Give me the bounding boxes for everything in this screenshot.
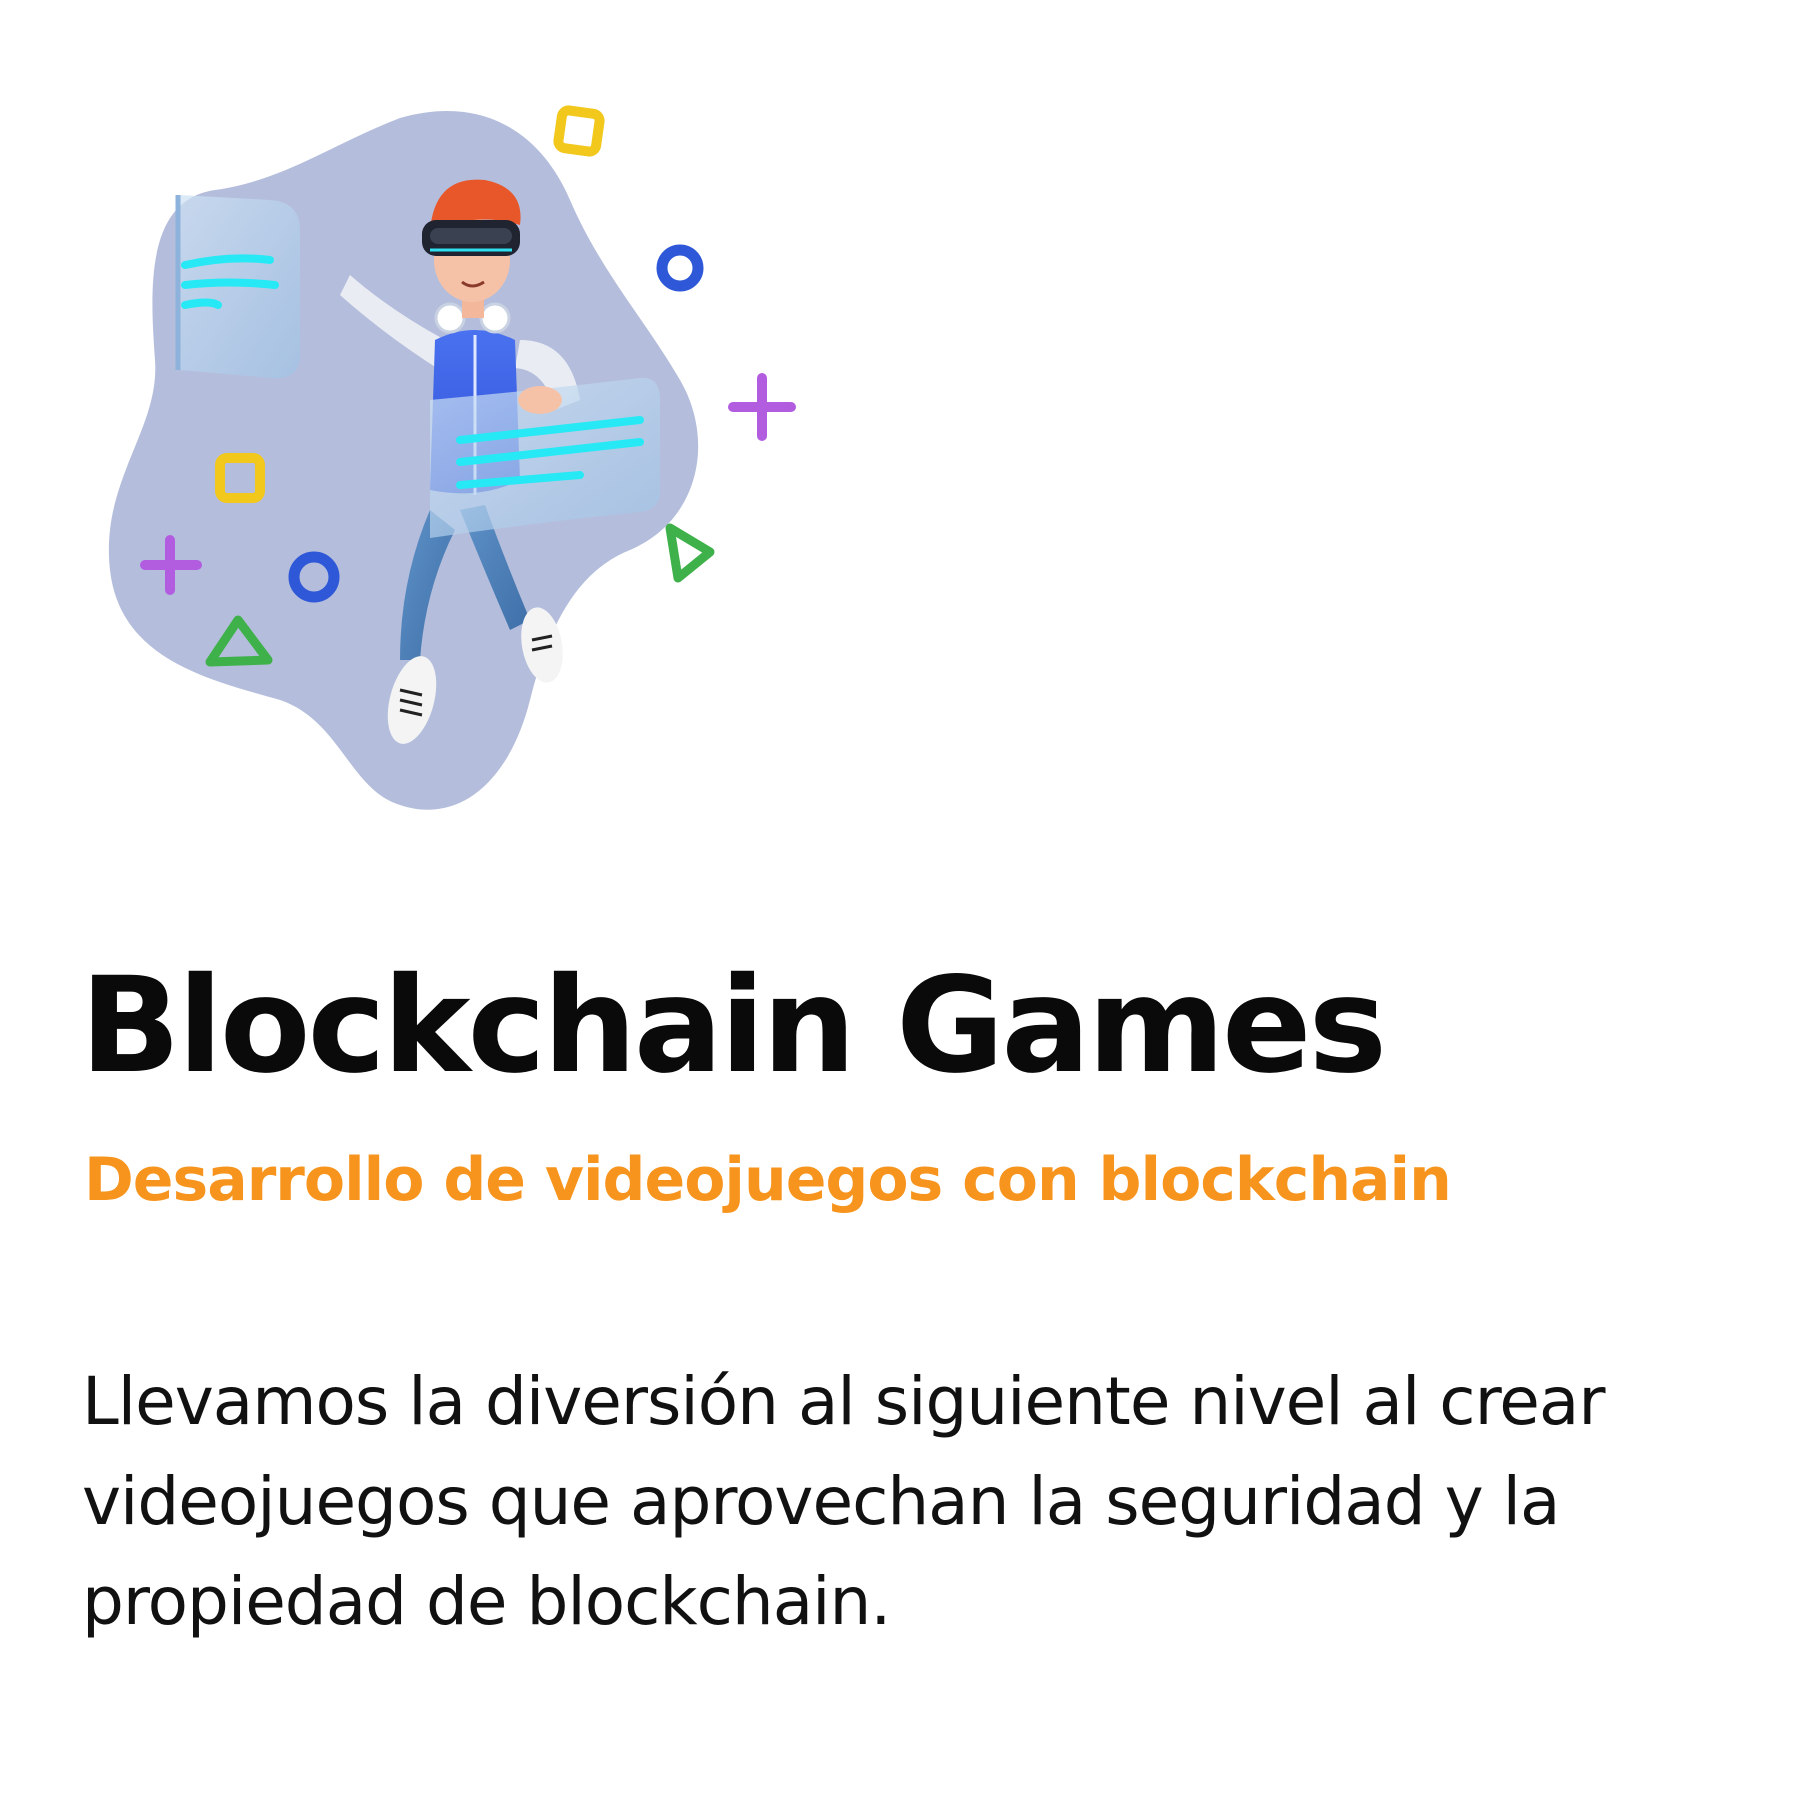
left-holographic-screen — [175, 195, 300, 379]
page-subtitle: Desarrollo de videojuegos con blockchain — [84, 1145, 1452, 1215]
triangle-green-right-icon — [665, 523, 715, 583]
description-line: Llevamos la diversión al siguiente nivel… — [82, 1363, 1605, 1440]
description-line: propiedad de blockchain. — [82, 1563, 891, 1640]
description-line: videojuegos que aprovechan la seguridad … — [82, 1463, 1560, 1540]
description-paragraph: Llevamos la diversión al siguiente nivel… — [82, 1352, 1782, 1652]
vr-gamer-illustration — [100, 100, 820, 840]
square-yellow-top-icon — [553, 105, 605, 157]
plus-purple-right-icon — [728, 373, 796, 441]
page-title: Blockchain Games — [80, 949, 1387, 1103]
ring-blue-top-icon — [656, 244, 704, 292]
